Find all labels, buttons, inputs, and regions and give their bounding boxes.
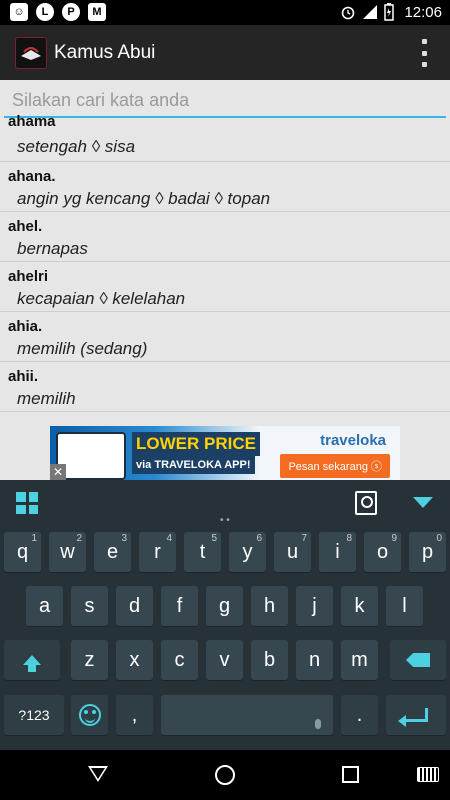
key-h[interactable]: h <box>251 586 288 626</box>
key-l[interactable]: l <box>386 586 423 626</box>
search-box[interactable] <box>4 86 446 118</box>
key-a[interactable]: a <box>26 586 63 626</box>
ad-subheadline: via TRAVELOKA APP! <box>132 456 255 474</box>
ad-phone-image <box>56 432 126 480</box>
entry-meaning: memilih (sedang) <box>17 339 148 358</box>
dictionary-content: ahama setengah ◊ sisa ahana. angin yg ke… <box>0 80 450 480</box>
entry-word: ahana. <box>8 168 56 185</box>
key-d[interactable]: d <box>116 586 153 626</box>
key-j[interactable]: j <box>296 586 333 626</box>
period-key[interactable]: . <box>341 695 378 735</box>
list-item[interactable]: ahii. memilih <box>0 362 450 412</box>
key-n[interactable]: n <box>296 640 333 680</box>
navigation-bar <box>0 750 450 800</box>
list-item[interactable]: ahelri kecapaian ◊ kelelahan <box>0 262 450 312</box>
status-bar: ☺ L P M 12:06 <box>0 0 450 25</box>
shift-key[interactable] <box>4 640 60 680</box>
ad-banner[interactable]: ✕ LOWER PRICE via TRAVELOKA APP! travelo… <box>50 426 400 480</box>
app-logo-icon <box>15 37 47 69</box>
key-x[interactable]: x <box>116 640 153 680</box>
ad-close-button[interactable]: ✕ <box>50 464 66 480</box>
key-f[interactable]: f <box>161 586 198 626</box>
hangouts-icon: ☺ <box>10 3 28 21</box>
key-b[interactable]: b <box>251 640 288 680</box>
enter-icon <box>398 708 428 727</box>
soft-keyboard: • • q1 w2 e3 r4 t5 y6 u7 i8 o9 p0 a s d … <box>0 480 450 750</box>
key-m[interactable]: m <box>341 640 378 680</box>
ad-brand-logo: traveloka <box>320 432 386 449</box>
dictionary-search-icon[interactable] <box>355 491 377 515</box>
list-item[interactable]: ahama setengah ◊ sisa <box>0 113 450 162</box>
entry-word: ahama <box>8 113 56 130</box>
key-e[interactable]: e3 <box>94 532 131 572</box>
apps-grid-icon[interactable] <box>16 492 38 514</box>
emoji-icon <box>78 704 101 726</box>
results-list[interactable]: ahama setengah ◊ sisa ahana. angin yg ke… <box>0 113 450 412</box>
home-icon[interactable] <box>215 765 235 785</box>
enter-key[interactable] <box>386 695 446 735</box>
key-r[interactable]: r4 <box>139 532 176 572</box>
entry-word: ahii. <box>8 368 39 385</box>
shift-icon <box>23 655 41 672</box>
system-icons: 12:06 <box>340 3 442 21</box>
app-title: Kamus Abui <box>54 42 156 63</box>
clock: 12:06 <box>404 3 442 21</box>
keyboard-toolbar: • • <box>0 480 450 526</box>
collapse-keyboard-icon[interactable] <box>413 497 433 508</box>
key-c[interactable]: c <box>161 640 198 680</box>
ad-cta-button[interactable]: Pesan sekarang ⓢ <box>280 454 390 478</box>
key-i[interactable]: i8 <box>319 532 356 572</box>
symbols-key[interactable]: ?123 <box>4 695 64 735</box>
key-s[interactable]: s <box>71 586 108 626</box>
key-u[interactable]: u7 <box>274 532 311 572</box>
signal-icon <box>363 5 378 19</box>
list-item[interactable]: ahia. memilih (sedang) <box>0 312 450 362</box>
entry-word: ahel. <box>8 218 43 235</box>
key-p[interactable]: p0 <box>409 532 446 572</box>
entry-meaning: setengah ◊ sisa <box>17 137 136 156</box>
entry-word: ahelri <box>8 268 49 285</box>
entry-meaning: kecapaian ◊ kelelahan <box>17 289 186 308</box>
entry-meaning: bernapas <box>17 239 88 258</box>
space-bar[interactable] <box>161 695 333 735</box>
battery-icon <box>384 3 395 21</box>
key-q[interactable]: q1 <box>4 532 41 572</box>
list-item[interactable]: ahana. angin yg kencang ◊ badai ◊ topan <box>0 162 450 212</box>
recent-apps-icon[interactable] <box>342 766 359 783</box>
key-k[interactable]: k <box>341 586 378 626</box>
mic-icon <box>315 719 321 729</box>
suggestion-indicator: • • <box>220 515 230 526</box>
search-input[interactable] <box>4 86 446 114</box>
back-icon[interactable] <box>88 766 108 782</box>
entry-meaning: angin yg kencang ◊ badai ◊ topan <box>17 189 271 208</box>
pinterest-icon: P <box>62 3 80 21</box>
list-item[interactable]: ahel. bernapas <box>0 212 450 262</box>
backspace-icon <box>406 653 430 667</box>
entry-word: ahia. <box>8 318 43 335</box>
key-t[interactable]: t5 <box>184 532 221 572</box>
key-w[interactable]: w2 <box>49 532 86 572</box>
alarm-icon <box>342 6 355 20</box>
ad-headline: LOWER PRICE <box>132 432 260 456</box>
key-v[interactable]: v <box>206 640 243 680</box>
comma-key[interactable]: , <box>116 695 153 735</box>
backspace-key[interactable] <box>390 640 446 680</box>
entry-meaning: memilih <box>17 389 76 408</box>
emoji-key[interactable] <box>71 695 108 735</box>
gmail-icon: M <box>88 3 106 21</box>
key-g[interactable]: g <box>206 586 243 626</box>
notification-icons: ☺ L P M <box>10 3 106 21</box>
line-icon: L <box>36 3 54 21</box>
key-z[interactable]: z <box>71 640 108 680</box>
key-y[interactable]: y6 <box>229 532 266 572</box>
app-bar: Kamus Abui <box>0 25 450 80</box>
key-o[interactable]: o9 <box>364 532 401 572</box>
keyboard-switch-icon[interactable] <box>417 767 439 782</box>
overflow-menu-icon[interactable] <box>420 39 428 67</box>
